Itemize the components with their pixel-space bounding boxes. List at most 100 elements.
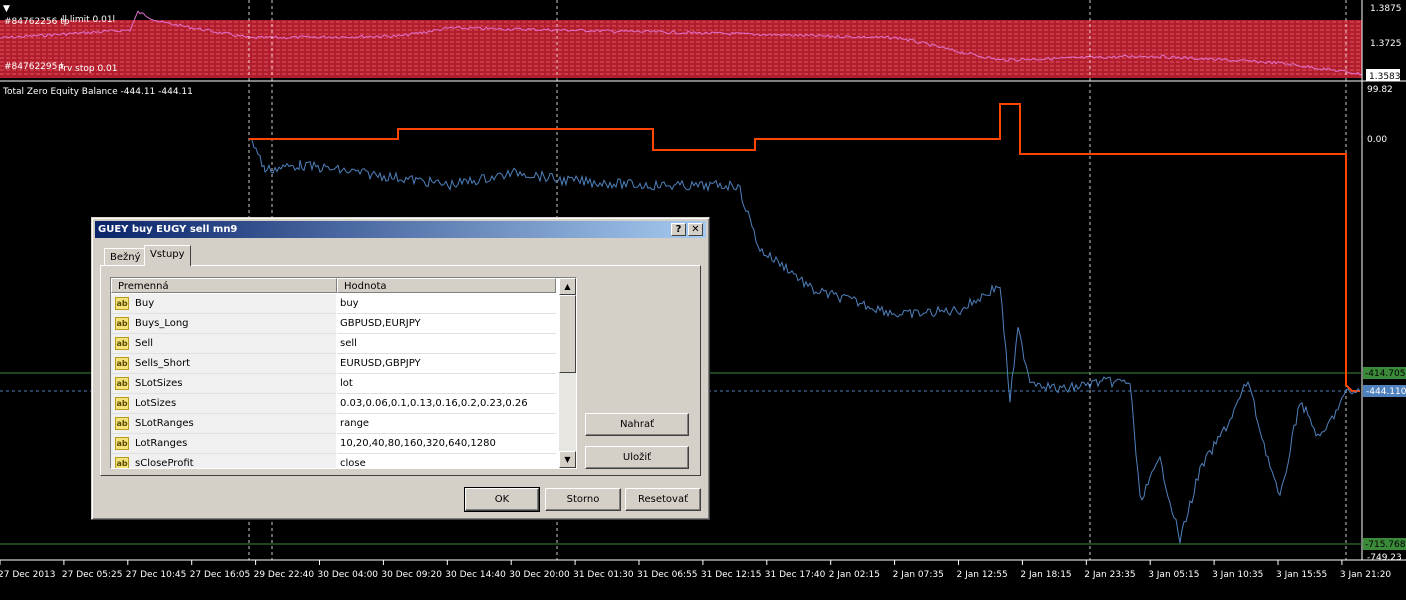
time-tick-label: 2 Jan 23:35 <box>1084 570 1135 580</box>
indicator-axis-current: -444.110 <box>1366 387 1406 397</box>
inputs-table[interactable]: Premenná Hodnota ab Buy buy ab Buys_Long GBPU… <box>110 277 577 469</box>
table-row[interactable]: ab LotSizes 0.03,0.06,0.1,0.13,0.16,0.2,0.… <box>111 394 556 414</box>
indicator-axis-lower: -715.768 <box>1365 540 1406 550</box>
string-type-icon: ab <box>115 397 129 410</box>
order-band <box>0 20 1362 78</box>
row-name-cell[interactable]: ab Sells_Short <box>111 354 336 374</box>
variable-name: Buy <box>135 298 155 309</box>
string-type-icon: ab <box>115 317 129 330</box>
variable-name: Buys_Long <box>135 318 189 329</box>
variable-value[interactable]: lot <box>337 374 556 394</box>
time-tick-label: 29 Dec 22:40 <box>254 570 315 580</box>
indicator-axis-min: -749.23 <box>1367 553 1402 563</box>
time-tick-label: 3 Jan 10:35 <box>1212 570 1263 580</box>
row-name-cell[interactable]: ab sCloseProfit <box>111 454 336 469</box>
table-row[interactable]: ab Sells_Short EURUSD,GBPJPY <box>111 354 556 374</box>
order-tag-1: ll limit 0.01l <box>62 15 115 25</box>
time-tick-label: 2 Jan 07:35 <box>893 570 944 580</box>
tab-vstupy[interactable]: Vstupy <box>144 245 191 266</box>
string-type-icon: ab <box>115 297 129 310</box>
variable-value[interactable]: GBPUSD,EURJPY <box>337 314 556 334</box>
table-row[interactable]: ab SLotRanges range <box>111 414 556 434</box>
collapse-arrow-icon[interactable]: ▼ <box>3 4 10 14</box>
variable-value[interactable]: 10,20,40,80,160,320,640,1280 <box>337 434 556 454</box>
load-button[interactable]: Nahrať <box>585 413 689 436</box>
time-tick-label: 31 Dec 01:30 <box>573 570 634 580</box>
variable-value[interactable]: buy <box>337 294 556 314</box>
price-pane <box>0 0 1363 80</box>
order-tag-2: Prv stop 0.01 <box>58 64 118 74</box>
save-button[interactable]: Uložiť <box>585 446 689 469</box>
dialog-titlebar[interactable]: GUEY buy EUGY sell mn9 ? ✕ <box>95 221 706 238</box>
time-tick-label: 31 Dec 12:15 <box>701 570 762 580</box>
close-button[interactable]: ✕ <box>688 223 703 236</box>
variable-name: sCloseProfit <box>135 458 194 469</box>
string-type-icon: ab <box>115 457 129 468</box>
variable-name: SLotSizes <box>135 378 183 389</box>
indicator-axis-upper: -414.705 <box>1365 369 1405 379</box>
variable-name: Sells_Short <box>135 358 191 369</box>
time-tick-label: 31 Dec 17:40 <box>765 570 826 580</box>
string-type-icon: ab <box>115 357 129 370</box>
variable-value[interactable]: EURUSD,GBPJPY <box>337 354 556 374</box>
time-axis: 27 Dec 2013 27 Dec 05:25 27 Dec 10:45 27 De… <box>0 560 1391 580</box>
scroll-up-icon[interactable]: ▲ <box>559 278 576 295</box>
variable-value[interactable]: 0.03,0.06,0.1,0.13,0.16,0.2,0.23,0.26 <box>337 394 556 414</box>
variable-value[interactable]: range <box>337 414 556 434</box>
variable-value[interactable]: sell <box>337 334 556 354</box>
time-tick-label: 3 Jan 05:15 <box>1148 570 1199 580</box>
scroll-thumb[interactable] <box>559 295 576 373</box>
order-label-1: #84762256 tp <box>4 17 70 27</box>
column-header-value[interactable]: Hodnota <box>337 278 556 293</box>
row-name-cell[interactable]: ab LotRanges <box>111 434 336 454</box>
string-type-icon: ab <box>115 417 129 430</box>
help-button[interactable]: ? <box>671 223 686 236</box>
row-name-cell[interactable]: ab SLotRanges <box>111 414 336 434</box>
table-row[interactable]: ab LotRanges 10,20,40,80,160,320,640,1280 <box>111 434 556 454</box>
variable-name: LotSizes <box>135 398 177 409</box>
price-axis-current: 1.3583 <box>1369 72 1401 82</box>
ok-button[interactable]: OK <box>464 487 540 512</box>
table-row[interactable]: ab Buys_Long GBPUSD,EURJPY <box>111 314 556 334</box>
time-tick-label: 2 Jan 02:15 <box>829 570 880 580</box>
price-axis-mid: 1.3725 <box>1370 39 1402 49</box>
string-type-icon: ab <box>115 377 129 390</box>
time-tick-label: 27 Dec 05:25 <box>62 570 123 580</box>
reset-button[interactable]: Resetovať <box>625 488 701 511</box>
indicator-axis-max: 99.82 <box>1367 85 1393 95</box>
table-row[interactable]: ab Sell sell <box>111 334 556 354</box>
row-name-cell[interactable]: ab LotSizes <box>111 394 336 414</box>
indicator-title: Total Zero Equity Balance -444.11 -444.1… <box>2 87 193 97</box>
time-tick-label: 2 Jan 12:55 <box>957 570 1008 580</box>
variable-name: Sell <box>135 338 154 349</box>
time-tick-label: 30 Dec 09:20 <box>381 570 442 580</box>
row-name-cell[interactable]: ab Buys_Long <box>111 314 336 334</box>
time-tick-label: 31 Dec 06:55 <box>637 570 698 580</box>
string-type-icon: ab <box>115 337 129 350</box>
row-name-cell[interactable]: ab Sell <box>111 334 336 354</box>
scroll-down-icon[interactable]: ▼ <box>559 451 576 468</box>
variable-value[interactable]: close <box>337 454 556 468</box>
variable-name: SLotRanges <box>135 418 194 429</box>
time-tick-label: 3 Jan 21:20 <box>1340 570 1392 580</box>
dialog-title: GUEY buy EUGY sell mn9 <box>98 224 238 235</box>
table-row[interactable]: ab sCloseProfit close <box>111 454 556 469</box>
cancel-button[interactable]: Storno <box>545 488 621 511</box>
order-label-2: #84762295 t <box>4 62 64 72</box>
row-name-cell[interactable]: ab SLotSizes <box>111 374 336 394</box>
column-header-name[interactable]: Premenná <box>111 278 337 293</box>
table-row[interactable]: ab Buy buy <box>111 294 556 314</box>
vertical-scrollbar[interactable]: ▲ ▼ <box>559 278 576 468</box>
time-tick-label: 30 Dec 20:00 <box>509 570 570 580</box>
properties-dialog: GUEY buy EUGY sell mn9 ? ✕ Bežný Vstupy … <box>91 217 710 520</box>
time-tick-label: 30 Dec 14:40 <box>445 570 506 580</box>
time-tick-label: 27 Dec 2013 <box>0 570 56 580</box>
time-tick-label: 27 Dec 16:05 <box>190 570 251 580</box>
string-type-icon: ab <box>115 437 129 450</box>
table-row[interactable]: ab SLotSizes lot <box>111 374 556 394</box>
row-name-cell[interactable]: ab Buy <box>111 294 336 314</box>
tab-bezny[interactable]: Bežný <box>104 248 147 266</box>
time-tick-label: 30 Dec 04:00 <box>318 570 379 580</box>
time-tick-label: 2 Jan 18:15 <box>1020 570 1071 580</box>
price-axis-high: 1.3875 <box>1370 4 1402 14</box>
